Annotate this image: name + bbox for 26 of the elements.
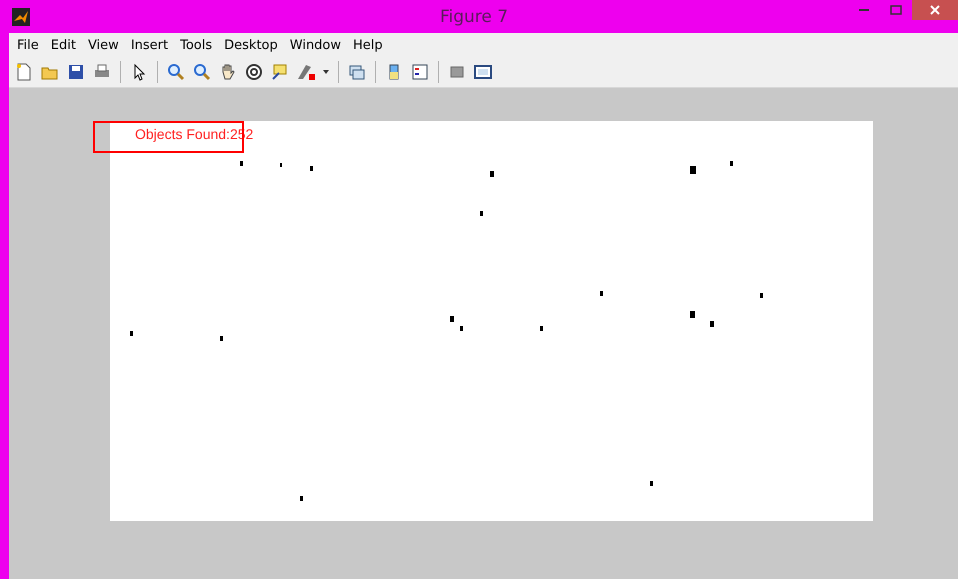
caret-icon	[323, 70, 329, 74]
show-tools-icon	[474, 63, 492, 81]
zoom-out-icon	[193, 63, 211, 81]
menu-item[interactable]: Desktop	[218, 38, 284, 52]
close-icon	[930, 5, 940, 15]
save-icon	[67, 63, 85, 81]
menu-item[interactable]: File	[11, 38, 45, 52]
data-cursor-icon	[271, 63, 289, 81]
menu-item[interactable]: Edit	[44, 38, 82, 52]
zoom-in-icon	[167, 63, 185, 81]
link-icon	[348, 63, 366, 81]
menu-item[interactable]: Window	[284, 38, 348, 52]
zoom-in-button[interactable]	[165, 61, 187, 83]
zoom-out-button[interactable]	[191, 61, 213, 83]
legend-icon	[411, 63, 429, 81]
menu-item[interactable]: Help	[347, 38, 389, 52]
new-file-icon	[15, 63, 33, 81]
minimize-icon	[859, 9, 869, 11]
app-logo-icon	[12, 8, 30, 26]
menu-item[interactable]: Insert	[124, 38, 174, 52]
menu-item[interactable]: Tools	[174, 38, 218, 52]
menu-item[interactable]: View	[82, 38, 125, 52]
close-button[interactable]	[912, 0, 958, 20]
window-title: Figure 7	[440, 6, 508, 26]
brush-icon	[297, 63, 315, 81]
maximize-icon	[890, 5, 902, 15]
